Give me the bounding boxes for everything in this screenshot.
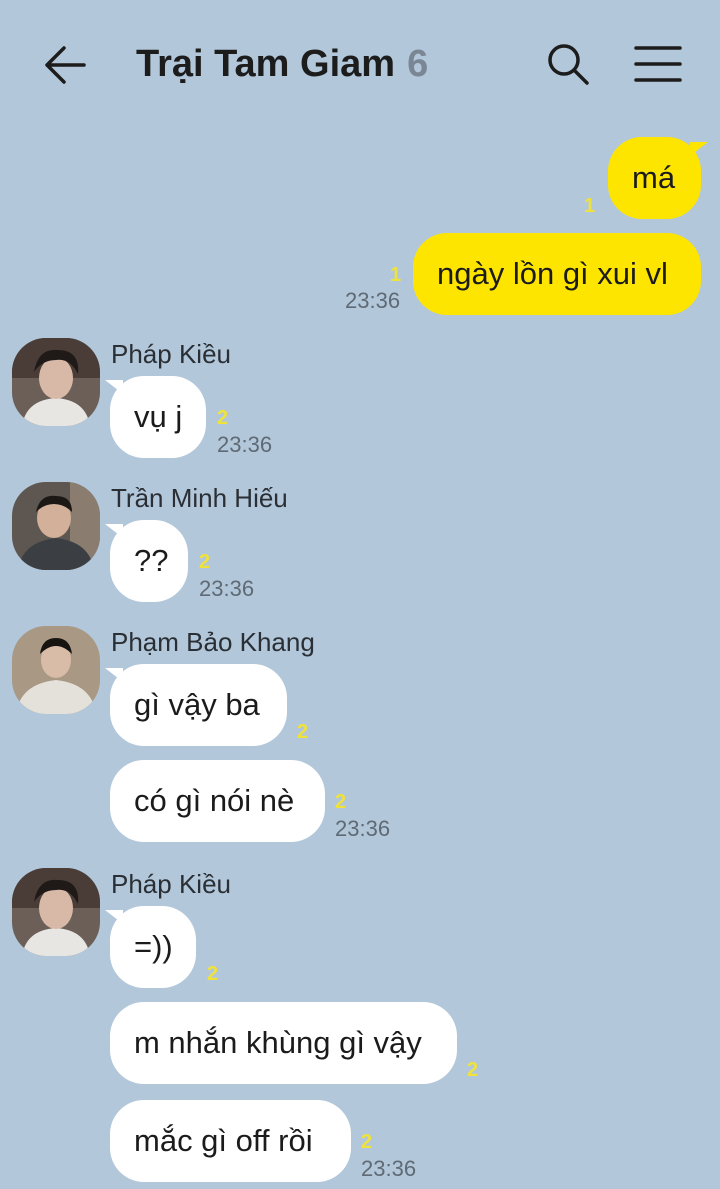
their-message-bubble[interactable]: mắc gì off rồi: [110, 1100, 351, 1182]
hamburger-menu-icon: [634, 46, 682, 82]
my-message-bubble[interactable]: má: [608, 137, 701, 219]
arrow-left-icon: [45, 46, 86, 84]
my-message-bubble[interactable]: ngày lồn gì xui vl: [413, 233, 701, 315]
sender-name: Pháp Kiều: [111, 869, 231, 899]
message-time: 23:36: [361, 1156, 417, 1181]
unread-count: 2: [335, 791, 347, 813]
unread-count: 2: [207, 963, 219, 985]
avatar-photo: [12, 868, 100, 956]
their-message-bubble[interactable]: có gì nói nè: [110, 760, 325, 842]
search-button[interactable]: [544, 40, 592, 88]
message-time: 23:36: [217, 432, 273, 457]
unread-count: 2: [361, 1131, 373, 1153]
message-time: 23:36: [199, 576, 255, 601]
message-time: 23:36: [345, 288, 401, 313]
avatar[interactable]: [12, 338, 100, 426]
unread-count: 1: [584, 195, 596, 217]
their-message-bubble[interactable]: m nhắn khùng gì vậy: [110, 1002, 457, 1084]
their-message-bubble[interactable]: =)): [110, 906, 196, 988]
back-button[interactable]: [40, 40, 90, 90]
chat-room-name: Trại Tam Giam: [136, 43, 396, 85]
avatar-photo: [12, 626, 100, 714]
chat-header: Trại Tam Giam 6: [0, 0, 720, 125]
unread-count: 2: [297, 721, 309, 743]
their-message-bubble[interactable]: gì vậy ba: [110, 664, 287, 746]
chat-title: Trại Tam Giam 6: [136, 40, 428, 88]
sender-name: Pháp Kiều: [111, 339, 231, 369]
avatar[interactable]: [12, 482, 100, 570]
unread-count: 1: [390, 264, 402, 286]
menu-button[interactable]: [632, 42, 684, 86]
avatar-photo: [12, 482, 100, 570]
their-message-bubble[interactable]: vụ j: [110, 376, 206, 458]
unread-count: 2: [199, 551, 211, 573]
avatar[interactable]: [12, 868, 100, 956]
sender-name: Phạm Bảo Khang: [111, 627, 315, 657]
avatar[interactable]: [12, 626, 100, 714]
unread-count: 2: [217, 407, 229, 429]
search-icon: [548, 44, 589, 85]
sender-name: Trần Minh Hiếu: [111, 483, 288, 513]
unread-count: 2: [467, 1059, 479, 1081]
member-count: 6: [407, 43, 429, 85]
message-time: 23:36: [335, 816, 391, 841]
their-message-bubble[interactable]: ??: [110, 520, 188, 602]
avatar-photo: [12, 338, 100, 426]
